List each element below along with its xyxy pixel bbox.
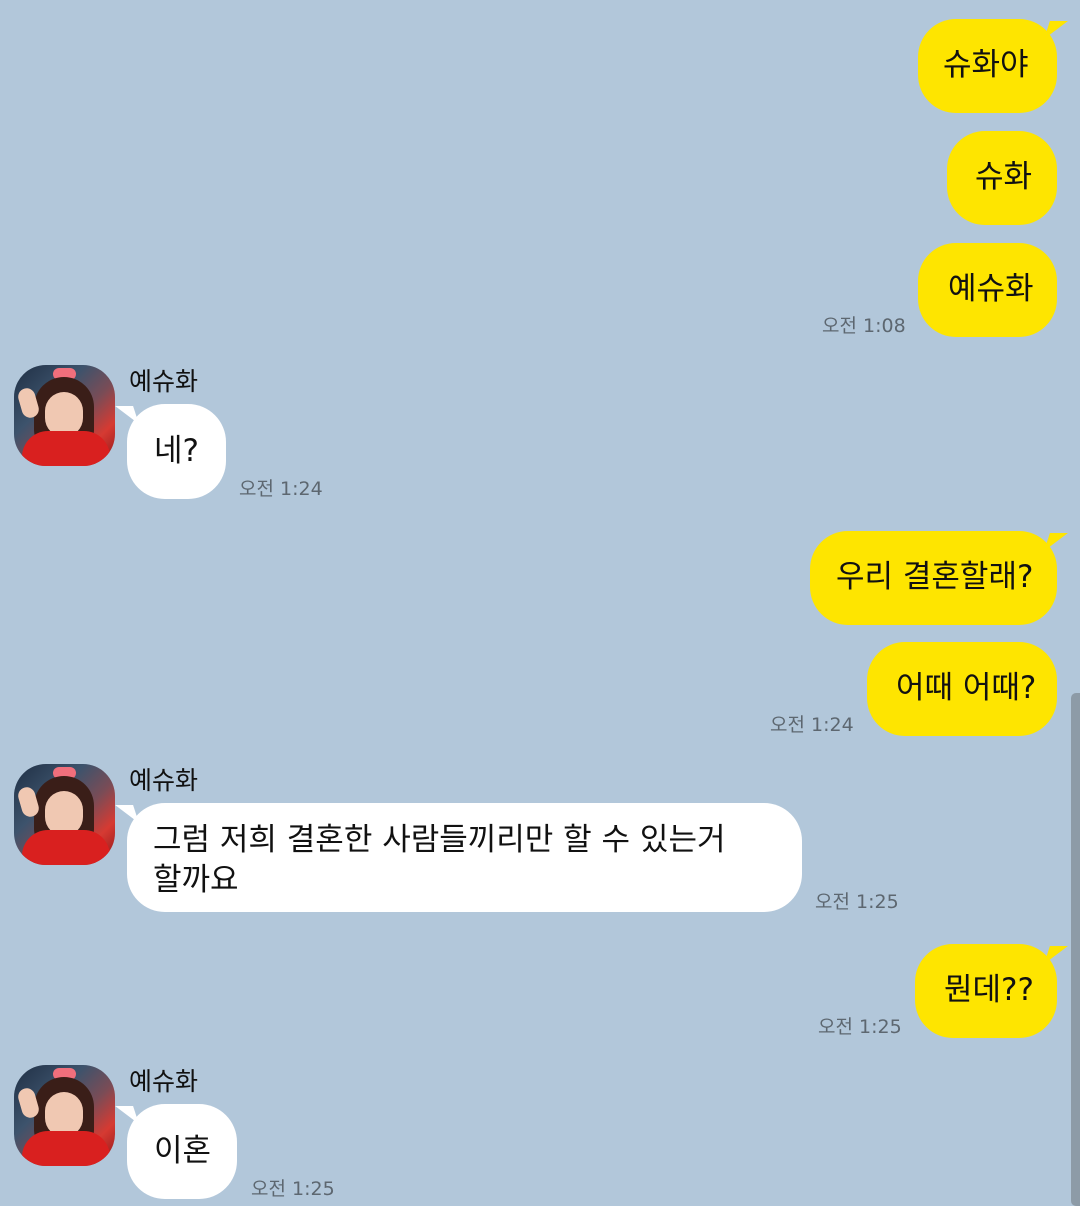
outgoing-message-bubble[interactable]: 슈화야 <box>918 19 1057 113</box>
message-text: 어때 어때? <box>896 670 1037 706</box>
message-time: 오전 1:25 <box>818 1016 902 1038</box>
outgoing-message-bubble[interactable]: 뭔데?? <box>915 944 1057 1038</box>
outgoing-message-bubble[interactable]: 우리 결혼할래? <box>810 531 1057 625</box>
message-text: 예슈화 <box>948 271 1034 307</box>
message-time: 오전 1:08 <box>822 315 906 337</box>
message-text-line: 그럼 저희 결혼한 사람들끼리만 할 수 있는거 <box>153 822 726 858</box>
message-text: 슈화야 <box>943 47 1029 83</box>
sender-name: 예슈화 <box>129 367 199 396</box>
outgoing-message-bubble[interactable]: 어때 어때? <box>867 642 1057 736</box>
message-time: 오전 1:25 <box>251 1178 335 1200</box>
profile-shirt <box>22 1131 110 1166</box>
message-time: 오전 1:24 <box>770 714 854 736</box>
message-text: 뭔데?? <box>944 972 1034 1008</box>
message-text: 슈화 <box>975 159 1033 195</box>
message-time: 오전 1:25 <box>815 891 899 913</box>
outgoing-message-bubble[interactable]: 예슈화 <box>918 243 1057 337</box>
scrollbar[interactable] <box>1071 693 1080 1206</box>
message-text: 우리 결혼할래? <box>836 559 1034 595</box>
incoming-message-bubble[interactable]: 네? <box>127 404 226 499</box>
sender-avatar[interactable] <box>14 365 115 466</box>
sender-name: 예슈화 <box>129 1067 199 1096</box>
incoming-message-bubble[interactable]: 그럼 저희 결혼한 사람들끼리만 할 수 있는거 할까요 <box>127 803 802 912</box>
message-text: 네? <box>154 433 199 469</box>
chat-room[interactable]: 슈화야 슈화 오전 1:08 예슈화 예슈화 네? 오전 1:24 우리 결혼할… <box>0 0 1080 1206</box>
sender-avatar[interactable] <box>14 764 115 865</box>
message-text: 이혼 <box>154 1133 212 1169</box>
profile-shirt <box>22 431 110 466</box>
incoming-message-bubble[interactable]: 이혼 <box>127 1104 237 1199</box>
sender-avatar[interactable] <box>14 1065 115 1166</box>
sender-name: 예슈화 <box>129 766 199 795</box>
message-text-line: 할까요 <box>153 862 239 898</box>
profile-shirt <box>22 830 110 865</box>
outgoing-message-bubble[interactable]: 슈화 <box>947 131 1057 225</box>
message-time: 오전 1:24 <box>239 478 323 500</box>
